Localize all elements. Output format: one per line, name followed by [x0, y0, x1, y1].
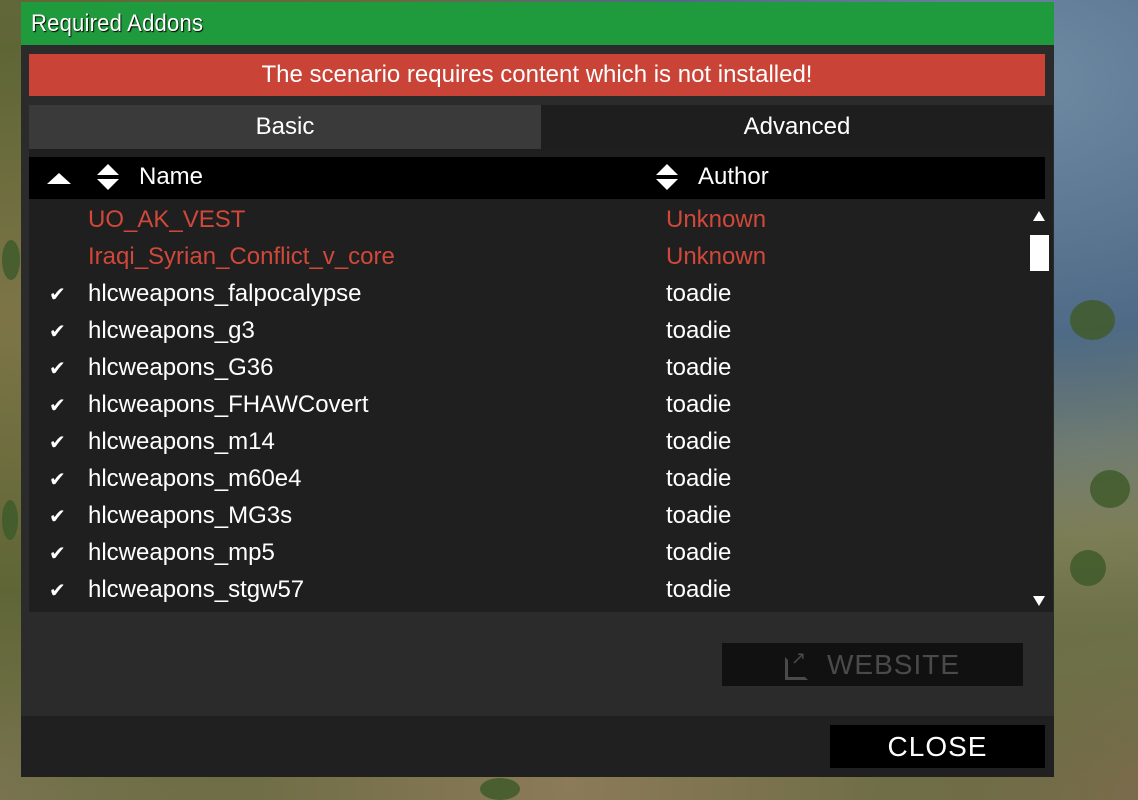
website-button[interactable]: WEBSITE: [722, 643, 1023, 686]
check-icon: ✔: [49, 432, 66, 454]
check-icon: ✔: [49, 395, 66, 417]
sort-author-icon[interactable]: [656, 164, 678, 192]
addon-author: toadie: [666, 502, 732, 529]
addon-name: hlcweapons_m14: [88, 428, 275, 455]
tab-advanced[interactable]: Advanced: [541, 105, 1053, 149]
external-link-icon: [784, 648, 808, 680]
scrollbar-thumb[interactable]: [1030, 235, 1049, 271]
addon-name: Iraqi_Syrian_Conflict_v_core: [88, 243, 395, 270]
addon-author: toadie: [666, 391, 732, 418]
addon-name: hlcweapons_stgw57: [88, 576, 305, 603]
scroll-up-arrow[interactable]: [1033, 211, 1045, 221]
addon-author: toadie: [666, 428, 732, 455]
addon-name: hlcweapons_G36: [88, 354, 274, 381]
title-bar: Required Addons: [21, 2, 1054, 45]
list-item[interactable]: ✔ hlcweapons_MG3s toadie: [29, 497, 1029, 534]
addon-author: Unknown: [666, 243, 767, 270]
addon-author: Unknown: [666, 206, 767, 233]
sort-status-button[interactable]: [47, 173, 71, 184]
tab-bar: Basic Advanced: [29, 105, 1053, 149]
terrain-tree: [480, 778, 520, 800]
terrain-tree: [1070, 300, 1115, 340]
list-item[interactable]: ✔ hlcweapons_mp5 toadie: [29, 534, 1029, 571]
missing-content-warning: The scenario requires content which is n…: [29, 54, 1045, 96]
terrain-tree: [2, 240, 20, 280]
addon-name: hlcweapons_falpocalypse: [88, 280, 362, 307]
list-item[interactable]: ✔ hlcweapons_g3 toadie: [29, 312, 1029, 349]
required-addons-dialog: Required Addons The scenario requires co…: [21, 2, 1054, 777]
addon-author: toadie: [666, 576, 732, 603]
terrain-tree: [1090, 470, 1130, 508]
check-icon: ✔: [49, 543, 66, 565]
check-icon: ✔: [49, 469, 66, 491]
check-icon: ✔: [49, 506, 66, 528]
addon-author: toadie: [666, 539, 732, 566]
addon-author: toadie: [666, 354, 732, 381]
dialog-title: Required Addons: [31, 9, 204, 37]
list-item[interactable]: ✔ hlcweapons_m14 toadie: [29, 423, 1029, 460]
list-header: Name Author: [29, 157, 1045, 199]
addon-name: hlcweapons_m60e4: [88, 465, 302, 492]
column-header-name[interactable]: Name: [139, 163, 203, 191]
addon-name: hlcweapons_g3: [88, 317, 255, 344]
website-label: WEBSITE: [826, 648, 960, 680]
addon-name: hlcweapons_MG3s: [88, 502, 293, 529]
list-item[interactable]: ✔ hlcweapons_falpocalypse toadie: [29, 275, 1029, 312]
terrain-tree: [2, 500, 18, 540]
addon-list: Name Author UO_AK_VEST Unknown Iraqi_Syria…: [29, 149, 1053, 612]
close-button[interactable]: CLOSE: [830, 725, 1045, 768]
terrain-tree: [1070, 550, 1106, 586]
list-item[interactable]: UO_AK_VEST Unknown: [29, 201, 1029, 238]
list-item[interactable]: ✔ hlcweapons_G36 toadie: [29, 349, 1029, 386]
check-icon: ✔: [49, 358, 66, 380]
column-header-author[interactable]: Author: [698, 163, 769, 191]
addon-name: UO_AK_VEST: [88, 206, 246, 233]
check-icon: ✔: [49, 580, 66, 602]
list-item[interactable]: ✔ hlcweapons_m60e4 toadie: [29, 460, 1029, 497]
tab-basic[interactable]: Basic: [29, 105, 541, 149]
check-icon: ✔: [49, 321, 66, 343]
list-item[interactable]: ✔ hlcweapons_stgw57 toadie: [29, 571, 1029, 608]
addon-rows: UO_AK_VEST Unknown Iraqi_Syrian_Conflict_v…: [29, 201, 1029, 608]
check-icon: ✔: [49, 284, 66, 306]
list-item[interactable]: Iraqi_Syrian_Conflict_v_core Unknown: [29, 238, 1029, 275]
scroll-down-arrow[interactable]: [1033, 596, 1045, 606]
addon-author: toadie: [666, 465, 732, 492]
addon-name: hlcweapons_FHAWCovert: [88, 391, 369, 418]
sort-name-icon[interactable]: [97, 164, 119, 192]
addon-name: hlcweapons_mp5: [88, 539, 275, 566]
addon-author: toadie: [666, 280, 732, 307]
addon-author: toadie: [666, 317, 732, 344]
list-item[interactable]: ✔ hlcweapons_FHAWCovert toadie: [29, 386, 1029, 423]
